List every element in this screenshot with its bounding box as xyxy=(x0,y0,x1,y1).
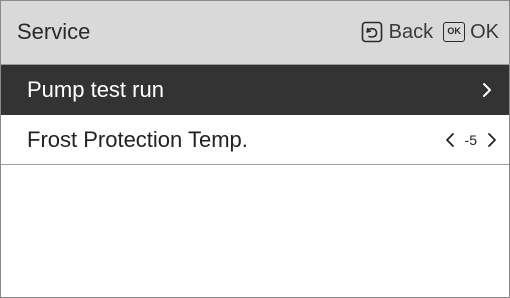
ok-key-icon: OK xyxy=(443,22,466,42)
chevron-right-icon[interactable] xyxy=(487,131,497,149)
menu-item-frost-protection-temp[interactable]: Frost Protection Temp. -5 xyxy=(1,115,509,165)
value-stepper: -5 xyxy=(445,131,497,149)
service-menu: Pump test run Frost Protection Temp. -5 xyxy=(1,65,509,165)
header-actions: Back OK OK xyxy=(361,21,499,43)
frost-temp-value: -5 xyxy=(464,131,477,148)
ok-button[interactable]: OK OK xyxy=(439,21,499,43)
menu-item-label: Pump test run xyxy=(27,76,164,102)
back-label: Back xyxy=(388,21,434,43)
menu-item-pump-test-run[interactable]: Pump test run xyxy=(1,65,509,115)
header-bar: Service Back OK OK xyxy=(1,1,509,65)
chevron-right-icon xyxy=(483,82,491,97)
page-title: Service xyxy=(17,19,91,44)
menu-item-label: Frost Protection Temp. xyxy=(27,126,248,152)
chevron-left-icon[interactable] xyxy=(445,131,455,149)
service-screen: Service Back OK OK Pump test run Frost P… xyxy=(0,0,510,298)
back-return-icon xyxy=(361,21,382,43)
back-button[interactable]: Back xyxy=(361,21,433,43)
ok-label: OK xyxy=(470,21,499,43)
